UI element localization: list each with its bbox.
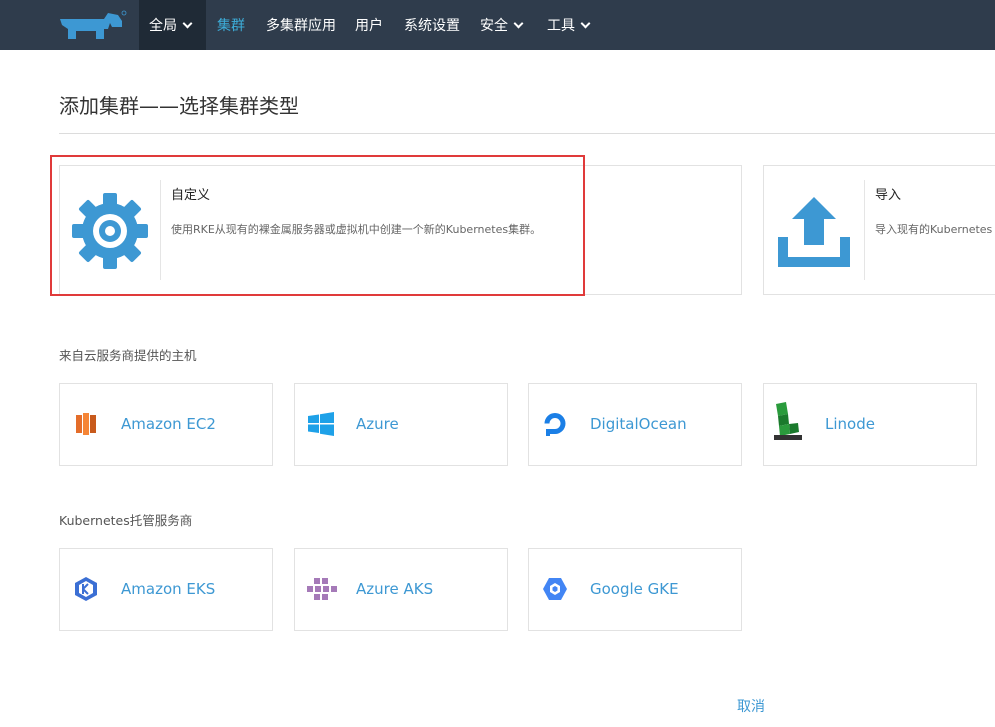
linode-icon: [774, 402, 802, 440]
card-divider: [160, 180, 161, 280]
provider-label: Google GKE: [590, 580, 679, 598]
amazon-eks-icon: [75, 577, 97, 601]
section-label-hosted-kubernetes: Kubernetes托管服务商: [59, 513, 193, 528]
azure-windows-icon: [308, 412, 334, 436]
azure-aks-icon: [307, 578, 337, 600]
nav-global-label: 全局: [149, 18, 177, 34]
nav-item-tools-label: 工具: [547, 18, 575, 34]
provider-linode[interactable]: Linode: [763, 383, 977, 466]
nav-item-clusters[interactable]: 集群: [217, 0, 245, 50]
provider-label: Azure: [356, 415, 399, 433]
chevron-down-icon: [513, 18, 524, 28]
chevron-down-icon: [580, 18, 591, 28]
provider-azure[interactable]: Azure: [294, 383, 508, 466]
cluster-type-description: 导入现有的Kubernetes: [875, 223, 993, 236]
google-gke-icon: [543, 578, 567, 600]
nav-item-security-label: 安全: [480, 18, 508, 34]
nav-item-users[interactable]: 用户: [355, 0, 383, 50]
gear-icon: [72, 193, 148, 269]
cluster-type-import-card[interactable]: 导入 导入现有的Kubernetes: [763, 165, 995, 295]
amazon-ec2-icon: [76, 413, 96, 435]
top-navigation: 全局 集群 多集群应用 用户 系统设置 安全 工具: [0, 0, 995, 50]
nav-global-menu[interactable]: 全局: [139, 0, 206, 50]
provider-digitalocean[interactable]: DigitalOcean: [528, 383, 742, 466]
cluster-type-custom-card[interactable]: 自定义 使用RKE从现有的裸金属服务器或虚拟机中创建一个新的Kubernetes…: [59, 165, 742, 295]
provider-google-gke[interactable]: Google GKE: [528, 548, 742, 631]
section-label-cloud-hosts: 来自云服务商提供的主机: [59, 348, 197, 363]
cancel-button[interactable]: 取消: [737, 696, 765, 716]
provider-label: Amazon EKS: [121, 580, 216, 598]
provider-amazon-ec2[interactable]: Amazon EC2: [59, 383, 273, 466]
digitalocean-icon: [544, 413, 566, 436]
upload-icon: [778, 197, 850, 267]
cluster-type-description: 使用RKE从现有的裸金属服务器或虚拟机中创建一个新的Kubernetes集群。: [171, 223, 542, 236]
card-divider: [864, 180, 865, 280]
page-title: 添加集群——选择集群类型: [59, 94, 299, 118]
provider-label: DigitalOcean: [590, 415, 687, 433]
nav-item-security[interactable]: 安全: [480, 0, 524, 50]
cluster-type-name: 自定义: [171, 188, 211, 203]
rancher-logo-icon[interactable]: [58, 9, 128, 43]
provider-azure-aks[interactable]: Azure AKS: [294, 548, 508, 631]
nav-item-multi-cluster-apps[interactable]: 多集群应用: [266, 0, 336, 50]
provider-label: Azure AKS: [356, 580, 434, 598]
cluster-type-name: 导入: [875, 188, 902, 203]
nav-item-system-settings[interactable]: 系统设置: [404, 0, 460, 50]
provider-label: Linode: [825, 415, 875, 433]
provider-amazon-eks[interactable]: Amazon EKS: [59, 548, 273, 631]
provider-label: Amazon EC2: [121, 415, 216, 433]
title-divider: [59, 133, 995, 134]
chevron-down-icon: [182, 18, 193, 28]
nav-item-tools[interactable]: 工具: [547, 0, 591, 50]
